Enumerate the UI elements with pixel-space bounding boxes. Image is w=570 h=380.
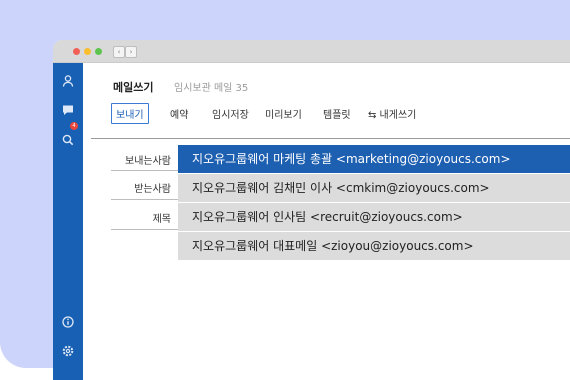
window-titlebar: ‹ › — [53, 40, 570, 63]
template-button[interactable]: 템플릿 — [323, 106, 351, 121]
page-title: 메일쓰기 — [113, 81, 154, 94]
back-arrow-icon[interactable]: ‹ — [113, 46, 125, 58]
sender-option[interactable]: 지오유그룹웨어 대표메일 <zioyou@zioyoucs.com> — [178, 231, 570, 260]
minimize-window-button[interactable] — [84, 48, 91, 55]
recipient-label: 받는사람 — [134, 184, 171, 195]
chat-icon[interactable] — [61, 103, 75, 117]
maximize-window-button[interactable] — [95, 48, 102, 55]
close-window-button[interactable] — [73, 48, 80, 55]
toolbar-divider — [91, 138, 570, 139]
info-icon[interactable] — [61, 315, 75, 329]
app-window: ‹ › 4 메일쓰기 임시보관 메일 35 보내기 예약 임시저장 미리보기 템… — [53, 40, 570, 380]
search-icon[interactable] — [61, 133, 75, 147]
write-to-me-button[interactable]: ⇆ 내게쓰기 — [368, 106, 416, 121]
field-divider — [111, 170, 179, 171]
preview-button[interactable]: 미리보기 — [265, 106, 302, 121]
notification-badge: 4 — [70, 122, 78, 130]
sender-dropdown[interactable]: 지오유그룹웨어 마케팅 총괄 <marketing@zioyoucs.com> … — [178, 145, 570, 260]
save-draft-button[interactable]: 임시저장 — [212, 106, 249, 121]
send-button[interactable]: 보내기 — [111, 103, 149, 124]
draft-count-link[interactable]: 임시보관 메일 35 — [174, 79, 248, 94]
sender-label: 보내는사람 — [125, 156, 171, 167]
subject-label: 제목 — [152, 214, 171, 225]
person-icon[interactable] — [61, 74, 75, 88]
sender-option-selected[interactable]: 지오유그룹웨어 마케팅 총괄 <marketing@zioyoucs.com> — [178, 145, 570, 173]
sidebar: 4 — [53, 63, 83, 380]
forward-arrow-icon[interactable]: › — [125, 46, 137, 58]
gear-icon[interactable] — [61, 344, 75, 358]
sender-option[interactable]: 지오유그룹웨어 인사팀 <recruit@zioyoucs.com> — [178, 202, 570, 231]
field-divider — [111, 229, 179, 230]
field-divider — [111, 199, 179, 200]
reserve-button[interactable]: 예약 — [170, 106, 188, 121]
sender-option[interactable]: 지오유그룹웨어 김채민 이사 <cmkim@zioyoucs.com> — [178, 173, 570, 202]
